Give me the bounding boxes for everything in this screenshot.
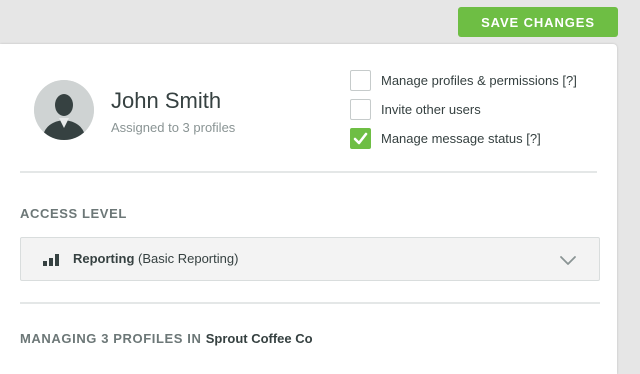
access-level-value: Reporting (Basic Reporting): [73, 251, 238, 266]
user-settings-panel: John Smith Assigned to 3 profiles Manage…: [0, 44, 617, 374]
permission-invite-users[interactable]: Invite other users: [350, 98, 481, 120]
divider: [20, 171, 597, 173]
manage-profiles-checkbox[interactable]: [350, 69, 371, 91]
permission-label: Invite other users: [381, 101, 481, 117]
assigned-profiles-count: Assigned to 3 profiles: [111, 120, 236, 135]
permission-label: Manage profiles & permissions [?]: [381, 72, 577, 88]
permission-manage-message-status[interactable]: Manage message status [?]: [350, 127, 541, 149]
checkmark-icon: [353, 132, 368, 144]
permission-label: Manage message status [?]: [381, 130, 541, 146]
access-level-heading: Access Level: [20, 206, 127, 221]
user-silhouette-icon: [34, 80, 94, 140]
access-level-select[interactable]: Reporting (Basic Reporting): [20, 237, 600, 281]
chevron-down-icon: [560, 256, 576, 265]
bar-chart-icon: [43, 254, 59, 266]
save-changes-button[interactable]: Save Changes: [458, 7, 618, 37]
organization-name: Sprout Coffee Co: [205, 331, 313, 346]
invite-users-checkbox[interactable]: [350, 98, 371, 120]
avatar: [34, 80, 94, 140]
user-name: John Smith: [111, 88, 222, 113]
managing-profiles-heading: Managing 3 profiles in Sprout Coffee Co: [20, 331, 313, 346]
manage-message-status-checkbox[interactable]: [350, 127, 371, 149]
access-level-detail: (Basic Reporting): [134, 251, 239, 266]
top-bar: Save Changes: [0, 0, 640, 44]
divider: [20, 302, 600, 304]
permission-manage-profiles[interactable]: Manage profiles & permissions [?]: [350, 69, 577, 91]
access-level-name: Reporting: [73, 251, 135, 266]
managing-profiles-prefix: Managing 3 profiles in: [20, 331, 206, 346]
